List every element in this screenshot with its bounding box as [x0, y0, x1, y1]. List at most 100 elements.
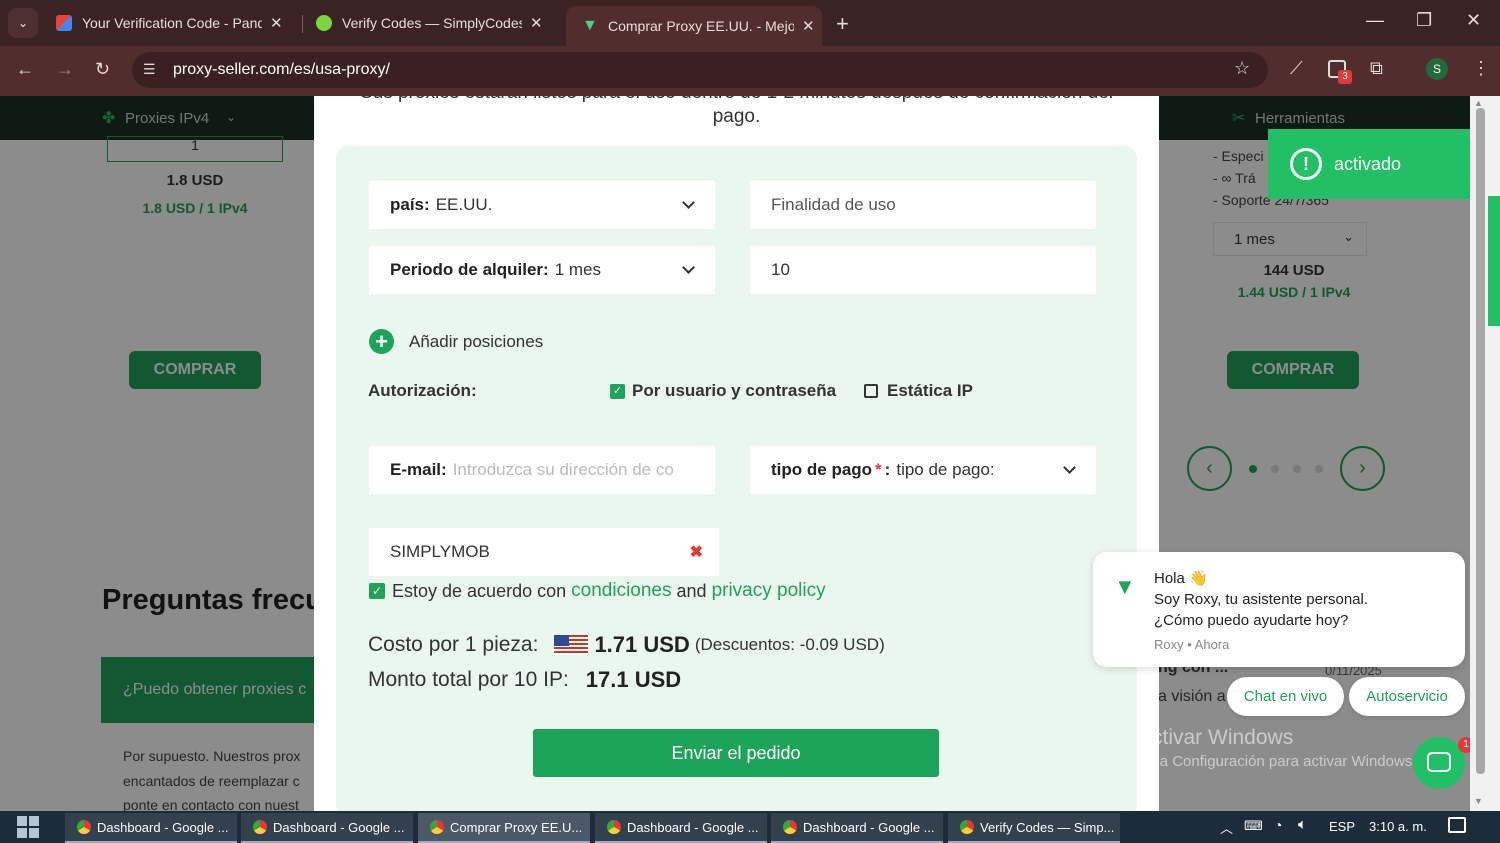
- discount-text: (Descuentos: -0.09 USD): [694, 635, 885, 654]
- tab-simplycodes[interactable]: Verify Codes — SimplyCodes ✕: [300, 6, 562, 40]
- gmail-icon: [56, 15, 72, 31]
- profile-avatar[interactable]: S: [1426, 58, 1448, 80]
- activate-windows-title: Activar Windows: [1138, 726, 1294, 749]
- new-tab-icon[interactable]: +: [836, 11, 849, 37]
- checkbox-checked-icon: ✓: [610, 383, 625, 399]
- taskbar-item-label: Dashboard - Google ...: [627, 819, 759, 835]
- clear-coupon-icon[interactable]: ✖: [690, 542, 703, 562]
- modal-intro-line: Sus proxies estarán listos para el uso d…: [314, 96, 1159, 104]
- chat-greeting: Hola 👋: [1154, 570, 1208, 587]
- close-window-icon[interactable]: ✕: [1466, 10, 1481, 31]
- reload-icon[interactable]: ↻: [95, 59, 110, 80]
- extension-feather-icon[interactable]: ⟋: [1290, 58, 1303, 79]
- restore-icon[interactable]: ❐: [1416, 10, 1432, 31]
- taskbar-item[interactable]: Verify Codes — Simp...: [948, 813, 1120, 843]
- coupon-input[interactable]: SIMPLYMOB ✖: [369, 528, 719, 576]
- wifi-icon[interactable]: ◔: [1274, 817, 1282, 833]
- agree-and-text: and: [676, 580, 707, 601]
- extensions-puzzle-icon[interactable]: ⧉: [1370, 58, 1383, 79]
- tab-gmail[interactable]: Your Verification Code - Pandah ✕: [40, 6, 300, 40]
- close-tab-icon[interactable]: ✕: [530, 14, 543, 32]
- chat-live-button[interactable]: Chat en vivo: [1227, 677, 1344, 716]
- bookmark-star-icon[interactable]: ☆: [1234, 58, 1250, 79]
- notifications-icon[interactable]: [1448, 817, 1466, 833]
- taskbar-item[interactable]: Comprar Proxy EE.U...: [418, 813, 590, 843]
- agree-text: Estoy de acuerdo con: [392, 580, 567, 601]
- tab-proxy-seller[interactable]: ▼ Comprar Proxy EE.UU. - Mejor P ✕: [566, 6, 822, 46]
- total-value: 17.1 USD: [585, 667, 682, 692]
- cost-value: 1.71 USD: [594, 632, 690, 657]
- submit-order-button[interactable]: Enviar el pedido: [533, 729, 939, 777]
- chat-meta: Roxy • Ahora: [1154, 637, 1230, 652]
- tray-chevron-up-icon[interactable]: ︿: [1220, 818, 1233, 837]
- rental-period-select[interactable]: Periodo de alquiler: 1 mes: [369, 246, 715, 294]
- add-positions-label: Añadir posiciones: [409, 331, 544, 351]
- payment-value: tipo de pago:: [896, 460, 995, 479]
- language-indicator[interactable]: ESP: [1329, 819, 1355, 834]
- task-view-icon[interactable]: [17, 816, 39, 838]
- chat-line: ¿Cómo puedo ayudarte hoy?: [1154, 612, 1349, 629]
- chrome-icon: [960, 820, 974, 834]
- email-placeholder: Introduzca su dirección de co: [452, 460, 674, 479]
- coupon-value: SIMPLYMOB: [390, 542, 490, 561]
- taskbar-item-label: Verify Codes — Simp...: [980, 819, 1115, 835]
- auth-user-pass-checkbox[interactable]: ✓ Por usuario y contraseña: [610, 381, 836, 401]
- scrollbar-thumb[interactable]: [1476, 108, 1485, 774]
- close-tab-icon[interactable]: ✕: [270, 14, 283, 32]
- extension-badge-count: 3: [1338, 70, 1352, 84]
- add-positions-button[interactable]: + Añadir posiciones: [369, 329, 543, 354]
- country-select[interactable]: país: EE.UU.: [369, 181, 715, 229]
- minimize-icon[interactable]: —: [1366, 10, 1384, 31]
- email-field[interactable]: E-mail: Introduzca su dirección de co: [369, 446, 715, 494]
- payment-label: tipo de pago: [771, 460, 873, 479]
- proxy-seller-icon: ▼: [582, 17, 598, 34]
- clock[interactable]: 3:10 a. m.: [1369, 819, 1427, 834]
- taskbar-item[interactable]: Dashboard - Google ...: [771, 813, 943, 843]
- modal-intro-line: pago.: [712, 106, 761, 127]
- menu-kebab-icon[interactable]: ⋮: [1472, 58, 1490, 79]
- tab-title: Your Verification Code - Pandah: [82, 15, 262, 31]
- privacy-policy-link[interactable]: privacy policy: [712, 580, 826, 602]
- chevron-down-icon: [682, 261, 695, 274]
- taskbar-item[interactable]: Dashboard - Google ...: [595, 813, 767, 843]
- cost-per-piece: Costo por 1 pieza: 1.71 USD (Descuentos:…: [368, 632, 885, 658]
- activation-toast[interactable]: ! activado: [1268, 129, 1470, 199]
- taskbar-item[interactable]: Dashboard - Google ...: [65, 813, 237, 843]
- close-tab-icon[interactable]: ✕: [802, 17, 815, 35]
- taskbar-item[interactable]: Dashboard - Google ...: [241, 813, 413, 843]
- total-amount: Monto total por 10 IP: 17.1 USD: [368, 667, 681, 693]
- taskbar-item-label: Dashboard - Google ...: [97, 819, 229, 835]
- terms-link[interactable]: condiciones: [571, 580, 671, 602]
- chevron-down-icon: [682, 196, 695, 209]
- period-label: Periodo de alquiler:: [390, 260, 549, 279]
- forward-icon[interactable]: →: [56, 59, 74, 80]
- chat-unread-badge: 1: [1458, 737, 1470, 753]
- green-side-marker: [1488, 196, 1500, 326]
- chat-self-service-button[interactable]: Autoservicio: [1349, 677, 1465, 716]
- scroll-up-icon[interactable]: ▲: [1474, 98, 1483, 108]
- chrome-icon: [430, 820, 444, 834]
- chrome-icon: [253, 820, 267, 834]
- site-info-icon[interactable]: ☰: [143, 61, 156, 78]
- country-label: país:: [390, 195, 430, 214]
- scroll-down-icon[interactable]: ▼: [1474, 796, 1483, 806]
- simplycodes-icon: [316, 15, 332, 31]
- purpose-input[interactable]: Finalidad de uso: [750, 181, 1096, 229]
- quantity-input[interactable]: 10: [750, 246, 1096, 294]
- terms-checkbox[interactable]: ✓: [369, 583, 385, 599]
- back-icon[interactable]: ←: [16, 59, 34, 80]
- payment-type-select[interactable]: tipo de pago * : tipo de pago:: [750, 446, 1096, 494]
- taskbar-item-label: Dashboard - Google ...: [273, 819, 405, 835]
- auth-static-ip-checkbox[interactable]: Estática IP: [864, 381, 973, 401]
- url-text[interactable]: proxy-seller.com/es/usa-proxy/: [173, 61, 390, 79]
- auth-label: Autorización:: [368, 381, 477, 400]
- network-icon[interactable]: ⌨: [1244, 818, 1263, 834]
- plus-circle-icon: +: [369, 329, 394, 354]
- chevron-down-icon: [1063, 461, 1076, 474]
- volume-icon[interactable]: 🔈︎: [1298, 816, 1307, 833]
- tab-search-button[interactable]: ⌄: [8, 8, 38, 38]
- total-label: Monto total por 10 IP:: [368, 668, 569, 691]
- windows-taskbar: Dashboard - Google ... Dashboard - Googl…: [0, 811, 1500, 843]
- page-scrollbar[interactable]: ▲ ▼: [1470, 96, 1500, 811]
- chat-message-bubble[interactable]: ▼ Hola 👋 Soy Roxy, tu asistente personal…: [1093, 552, 1465, 667]
